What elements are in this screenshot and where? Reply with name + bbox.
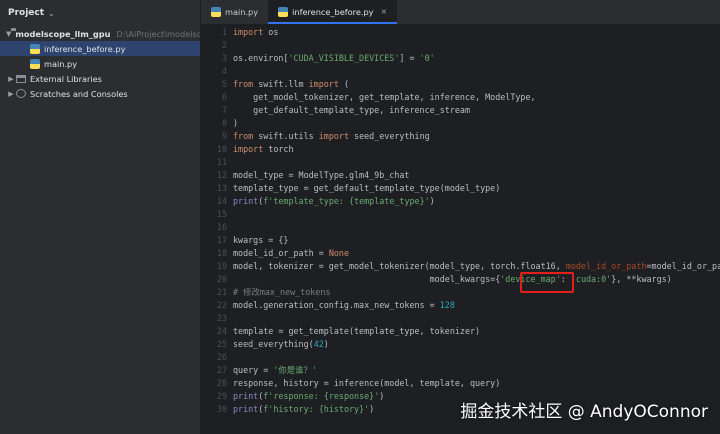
line-number: 25 (216, 339, 227, 349)
line-number: 6 (221, 92, 227, 102)
line-number: 10 (216, 144, 227, 154)
line-number: 30 (216, 404, 227, 414)
line-number: 2 (221, 40, 227, 50)
code-line[interactable]: response, history = inference(model, tem… (233, 377, 720, 390)
line-number: 9 (221, 131, 227, 141)
line-number: 26 (216, 352, 227, 362)
line-number: 17 (216, 235, 227, 245)
line-number: 5 (221, 79, 227, 89)
library-icon (16, 74, 26, 83)
code-line[interactable]: os.environ['CUDA_VISIBLE_DEVICES'] = '0' (233, 52, 720, 65)
code-line[interactable]: query = '你是谁？' (233, 364, 720, 377)
tree-scratches[interactable]: ▶ Scratches and Consoles (0, 86, 200, 101)
chevron-down-icon[interactable]: ⌄ (48, 9, 55, 18)
line-number: 3 (221, 53, 227, 63)
line-number: 22 (216, 300, 227, 310)
line-number: 16 (216, 222, 227, 232)
line-number: 21 (216, 287, 227, 297)
line-number: 23 (216, 313, 227, 323)
root-folder-name: modelscope_llm_gpu (15, 28, 111, 39)
root-folder-path: D:\AIProject\modelscope_ (116, 28, 200, 39)
code-line[interactable]: model, tokenizer = get_model_tokenizer(m… (233, 260, 720, 273)
file-name: inference_before.py (44, 43, 126, 54)
line-number: 19 (216, 261, 227, 271)
tab-label: inference_before.py (292, 6, 374, 17)
file-name: main.py (44, 58, 78, 69)
project-tree: ▼ modelscope_llm_gpu D:\AIProject\models… (0, 26, 200, 101)
line-number: 18 (216, 248, 227, 258)
code-area[interactable]: import os os.environ['CUDA_VISIBLE_DEVIC… (233, 26, 720, 416)
code-line[interactable] (233, 156, 720, 169)
python-file-icon (30, 58, 40, 69)
line-number: 1 (221, 27, 227, 37)
line-number: 12 (216, 170, 227, 180)
code-line[interactable]: model_id_or_path = None (233, 247, 720, 260)
code-line[interactable]: seed_everything(42) (233, 338, 720, 351)
python-file-icon (278, 6, 289, 17)
code-editor[interactable]: 1 2 3 4 5 6 7 8 9 10 11 12 13 14 15 16 17 18 19 20 21 22 23 24 2… (201, 26, 720, 434)
line-number-gutter: 1 2 3 4 5 6 7 8 9 10 11 12 13 14 15 16 17 18 19 20 21 22 23 24 2… (201, 26, 227, 416)
line-number: 7 (221, 105, 227, 115)
code-line[interactable] (233, 351, 720, 364)
code-line[interactable] (233, 312, 720, 325)
close-icon[interactable]: × (381, 7, 388, 16)
code-line[interactable]: from swift.llm import ( (233, 78, 720, 91)
tree-root-folder[interactable]: ▼ modelscope_llm_gpu D:\AIProject\models… (0, 26, 200, 41)
code-line[interactable] (233, 39, 720, 52)
line-number: 8 (221, 118, 227, 128)
tree-file-inference-before[interactable]: inference_before.py (0, 41, 200, 56)
tab-main-py[interactable]: main.py (201, 0, 268, 24)
tree-item-label: Scratches and Consoles (30, 88, 128, 99)
project-title: Project (8, 8, 45, 18)
code-line[interactable] (233, 208, 720, 221)
line-number: 4 (221, 66, 227, 76)
tree-file-main[interactable]: main.py (0, 56, 200, 71)
line-number: 11 (216, 157, 227, 167)
scratches-icon (16, 89, 26, 98)
line-number: 29 (216, 391, 227, 401)
code-line[interactable]: get_model_tokenizer, get_template, infer… (233, 91, 720, 104)
project-header[interactable]: Project ⌄ (0, 0, 200, 26)
highlight-annotation-box (520, 272, 574, 293)
code-line[interactable]: get_default_template_type, inference_str… (233, 104, 720, 117)
code-line[interactable]: kwargs = {} (233, 234, 720, 247)
code-line[interactable]: template_type = get_default_template_typ… (233, 182, 720, 195)
code-line[interactable] (233, 221, 720, 234)
project-panel: Project ⌄ ▼ modelscope_llm_gpu D:\AIProj… (0, 0, 201, 434)
code-line[interactable]: model.generation_config.max_new_tokens =… (233, 299, 720, 312)
line-number: 20 (216, 274, 227, 284)
code-line[interactable] (233, 65, 720, 78)
expand-arrow-icon[interactable]: ▶ (6, 75, 16, 83)
line-number: 27 (216, 365, 227, 375)
python-file-icon (211, 6, 221, 17)
watermark: 掘金技术社区 @ AndyOConnor (460, 402, 708, 422)
expand-arrow-icon[interactable]: ▶ (6, 90, 16, 98)
expand-arrow-icon[interactable]: ▼ (6, 30, 11, 38)
line-number: 13 (216, 183, 227, 193)
code-line[interactable]: from swift.utils import seed_everything (233, 130, 720, 143)
code-line[interactable]: print(f'template_type: {template_type}') (233, 195, 720, 208)
code-line[interactable]: import torch (233, 143, 720, 156)
code-line[interactable]: # 修改max_new_tokens (233, 286, 720, 299)
line-number: 28 (216, 378, 227, 388)
code-line[interactable]: model_type = ModelType.glm4_9b_chat (233, 169, 720, 182)
code-line[interactable]: ) (233, 117, 720, 130)
editor-tabs: main.py inference_before.py × (201, 0, 720, 25)
line-number: 24 (216, 326, 227, 336)
line-number: 15 (216, 209, 227, 219)
tree-external-libraries[interactable]: ▶ External Libraries (0, 71, 200, 86)
tab-inference-before-py[interactable]: inference_before.py × (268, 0, 398, 24)
line-number: 14 (216, 196, 227, 206)
code-line[interactable]: template = get_template(template_type, t… (233, 325, 720, 338)
tab-label: main.py (225, 6, 259, 17)
code-line[interactable]: model_kwargs={'device_map': 'cuda:0'}, *… (233, 273, 720, 286)
tree-item-label: External Libraries (30, 73, 102, 84)
code-line[interactable]: import os (233, 26, 720, 39)
python-file-icon (30, 43, 40, 54)
